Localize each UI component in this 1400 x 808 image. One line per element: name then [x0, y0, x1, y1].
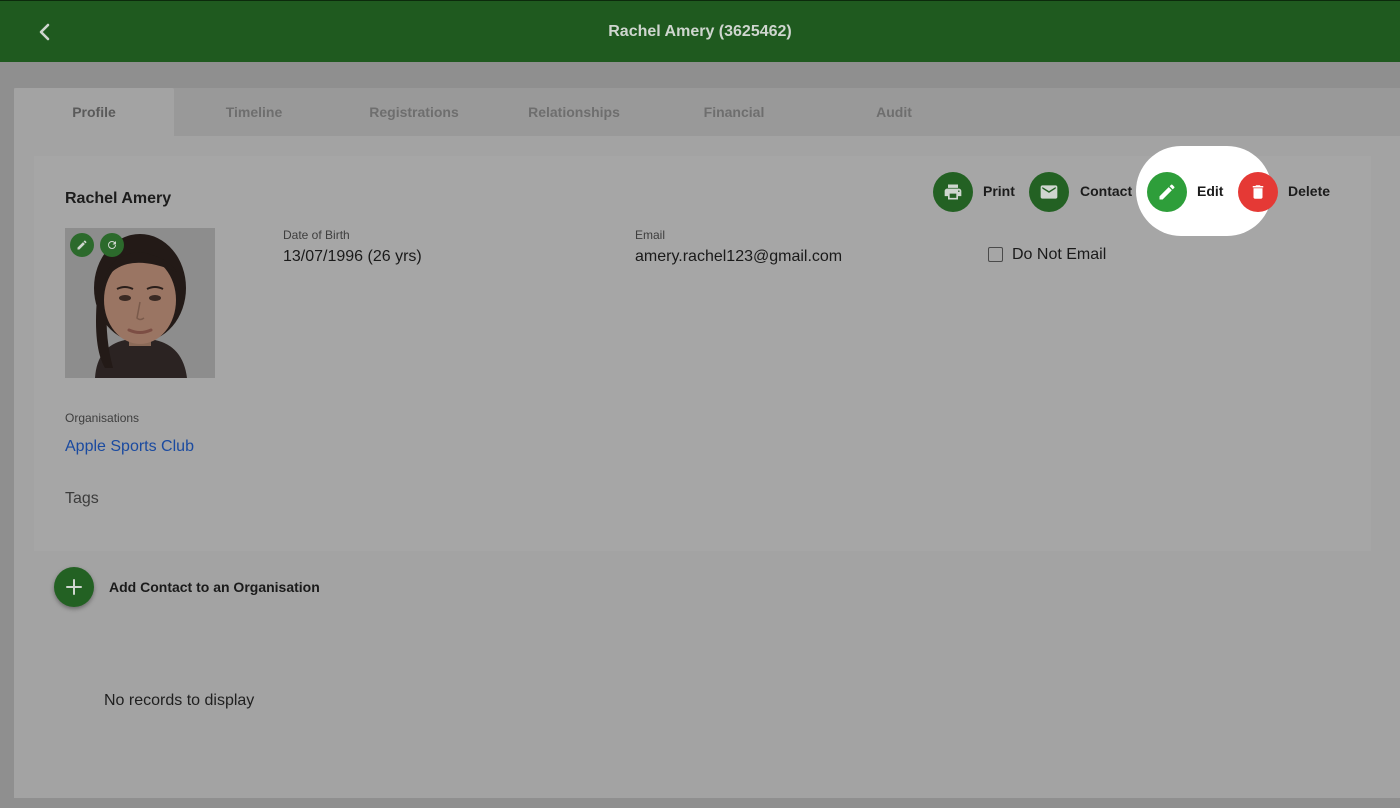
envelope-icon: [1040, 185, 1058, 199]
tags-label: Tags: [65, 490, 99, 507]
print-button[interactable]: [933, 172, 973, 212]
edit-button[interactable]: [1147, 172, 1187, 212]
plus-icon: [66, 579, 82, 595]
contact-button[interactable]: [1029, 172, 1069, 212]
pencil-icon: [1159, 184, 1175, 200]
add-organisation-label[interactable]: Add Contact to an Organisation: [109, 579, 320, 595]
contact-label[interactable]: Contact: [1080, 183, 1132, 199]
tab-audit[interactable]: Audit: [814, 88, 974, 136]
delete-label[interactable]: Delete: [1288, 183, 1330, 199]
refresh-icon: [108, 241, 116, 249]
email-value: amery.rachel123@gmail.com: [635, 248, 843, 265]
delete-button[interactable]: [1238, 172, 1278, 212]
pencil-icon: [77, 240, 87, 250]
organisations-label: Organisations: [65, 411, 140, 425]
dob-label: Date of Birth: [283, 228, 350, 242]
add-organisation-button[interactable]: [54, 567, 94, 607]
tab-registrations[interactable]: Registrations: [334, 88, 494, 136]
organisation-link[interactable]: Apple Sports Club: [65, 438, 194, 456]
empty-records-message: No records to display: [104, 692, 255, 709]
tab-profile[interactable]: Profile: [14, 88, 174, 136]
trash-icon: [1252, 185, 1264, 199]
dob-value: 13/07/1996 (26 yrs): [283, 248, 422, 265]
print-label[interactable]: Print: [983, 183, 1015, 199]
edit-label[interactable]: Edit: [1197, 183, 1223, 199]
tab-financial[interactable]: Financial: [654, 88, 814, 136]
do-not-email-label: Do Not Email: [1012, 246, 1107, 263]
email-label: Email: [635, 228, 666, 242]
contact-name: Rachel Amery: [65, 190, 172, 207]
edit-photo-button[interactable]: [70, 233, 94, 257]
printer-icon: [944, 184, 962, 200]
tab-relationships[interactable]: Relationships: [494, 88, 654, 136]
refresh-photo-button[interactable]: [100, 233, 124, 257]
do-not-email-checkbox[interactable]: [988, 247, 1003, 262]
top-app-bar: Rachel Amery (3625462): [0, 0, 1400, 62]
page-title: Rachel Amery (3625462): [608, 23, 792, 40]
tab-timeline[interactable]: Timeline: [174, 88, 334, 136]
